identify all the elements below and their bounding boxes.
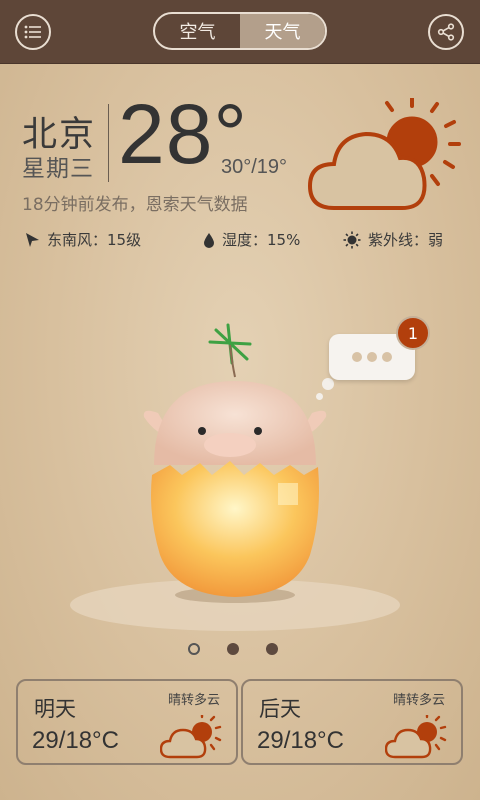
page-indicator bbox=[188, 643, 278, 655]
forecast-card-day-after[interactable]: 后天 晴转多云 29/18°C bbox=[241, 679, 463, 765]
wind-direction-icon bbox=[24, 232, 40, 248]
page-dot-2[interactable] bbox=[227, 643, 239, 655]
cloudy-sun-icon bbox=[384, 712, 447, 763]
share-icon bbox=[437, 23, 455, 41]
notification-badge[interactable]: 1 bbox=[396, 316, 430, 350]
cloudy-sun-icon bbox=[307, 96, 464, 218]
ellipsis-dot bbox=[352, 352, 362, 362]
uv-stat: 紫外线：弱 bbox=[343, 229, 443, 250]
publish-info: 18分钟前发布，恩索天气数据 bbox=[22, 195, 248, 215]
humidity-stat: 湿度：15% bbox=[203, 229, 300, 250]
ellipsis-dot bbox=[382, 352, 392, 362]
forecast-temp: 29/18°C bbox=[257, 727, 344, 754]
menu-icon bbox=[24, 25, 41, 39]
share-button[interactable] bbox=[428, 14, 464, 50]
uv-label: 紫外线：弱 bbox=[368, 231, 444, 249]
weekday: 星期三 bbox=[22, 156, 94, 182]
water-drop-icon bbox=[203, 232, 215, 248]
sun-icon bbox=[343, 231, 361, 249]
ellipsis-dot bbox=[367, 352, 377, 362]
wind-label: 东南风：15级 bbox=[47, 231, 142, 249]
page-dot-3[interactable] bbox=[266, 643, 278, 655]
thought-dot bbox=[322, 378, 334, 390]
divider bbox=[108, 104, 109, 182]
tab-weather[interactable]: 天气 bbox=[240, 14, 325, 48]
tab-air[interactable]: 空气 bbox=[155, 14, 240, 48]
temperature-range: 30°/19° bbox=[221, 156, 288, 178]
forecast-card-tomorrow[interactable]: 明天 晴转多云 29/18°C bbox=[16, 679, 238, 765]
menu-button[interactable] bbox=[15, 14, 51, 50]
view-tabs: 空气 天气 bbox=[153, 12, 327, 50]
wind-stat: 东南风：15级 bbox=[24, 229, 141, 250]
forecast-condition: 晴转多云 bbox=[393, 693, 446, 708]
forecast-condition: 晴转多云 bbox=[168, 693, 221, 708]
humidity-label: 湿度：15% bbox=[222, 231, 301, 249]
forecast-day: 后天 bbox=[259, 697, 301, 721]
thought-dot-small bbox=[316, 393, 323, 400]
cloudy-sun-icon bbox=[159, 712, 222, 763]
forecast-day: 明天 bbox=[34, 697, 76, 721]
page-dot-1[interactable] bbox=[188, 643, 200, 655]
forecast-temp: 29/18°C bbox=[32, 727, 119, 754]
top-bar: 空气 天气 bbox=[0, 0, 480, 64]
